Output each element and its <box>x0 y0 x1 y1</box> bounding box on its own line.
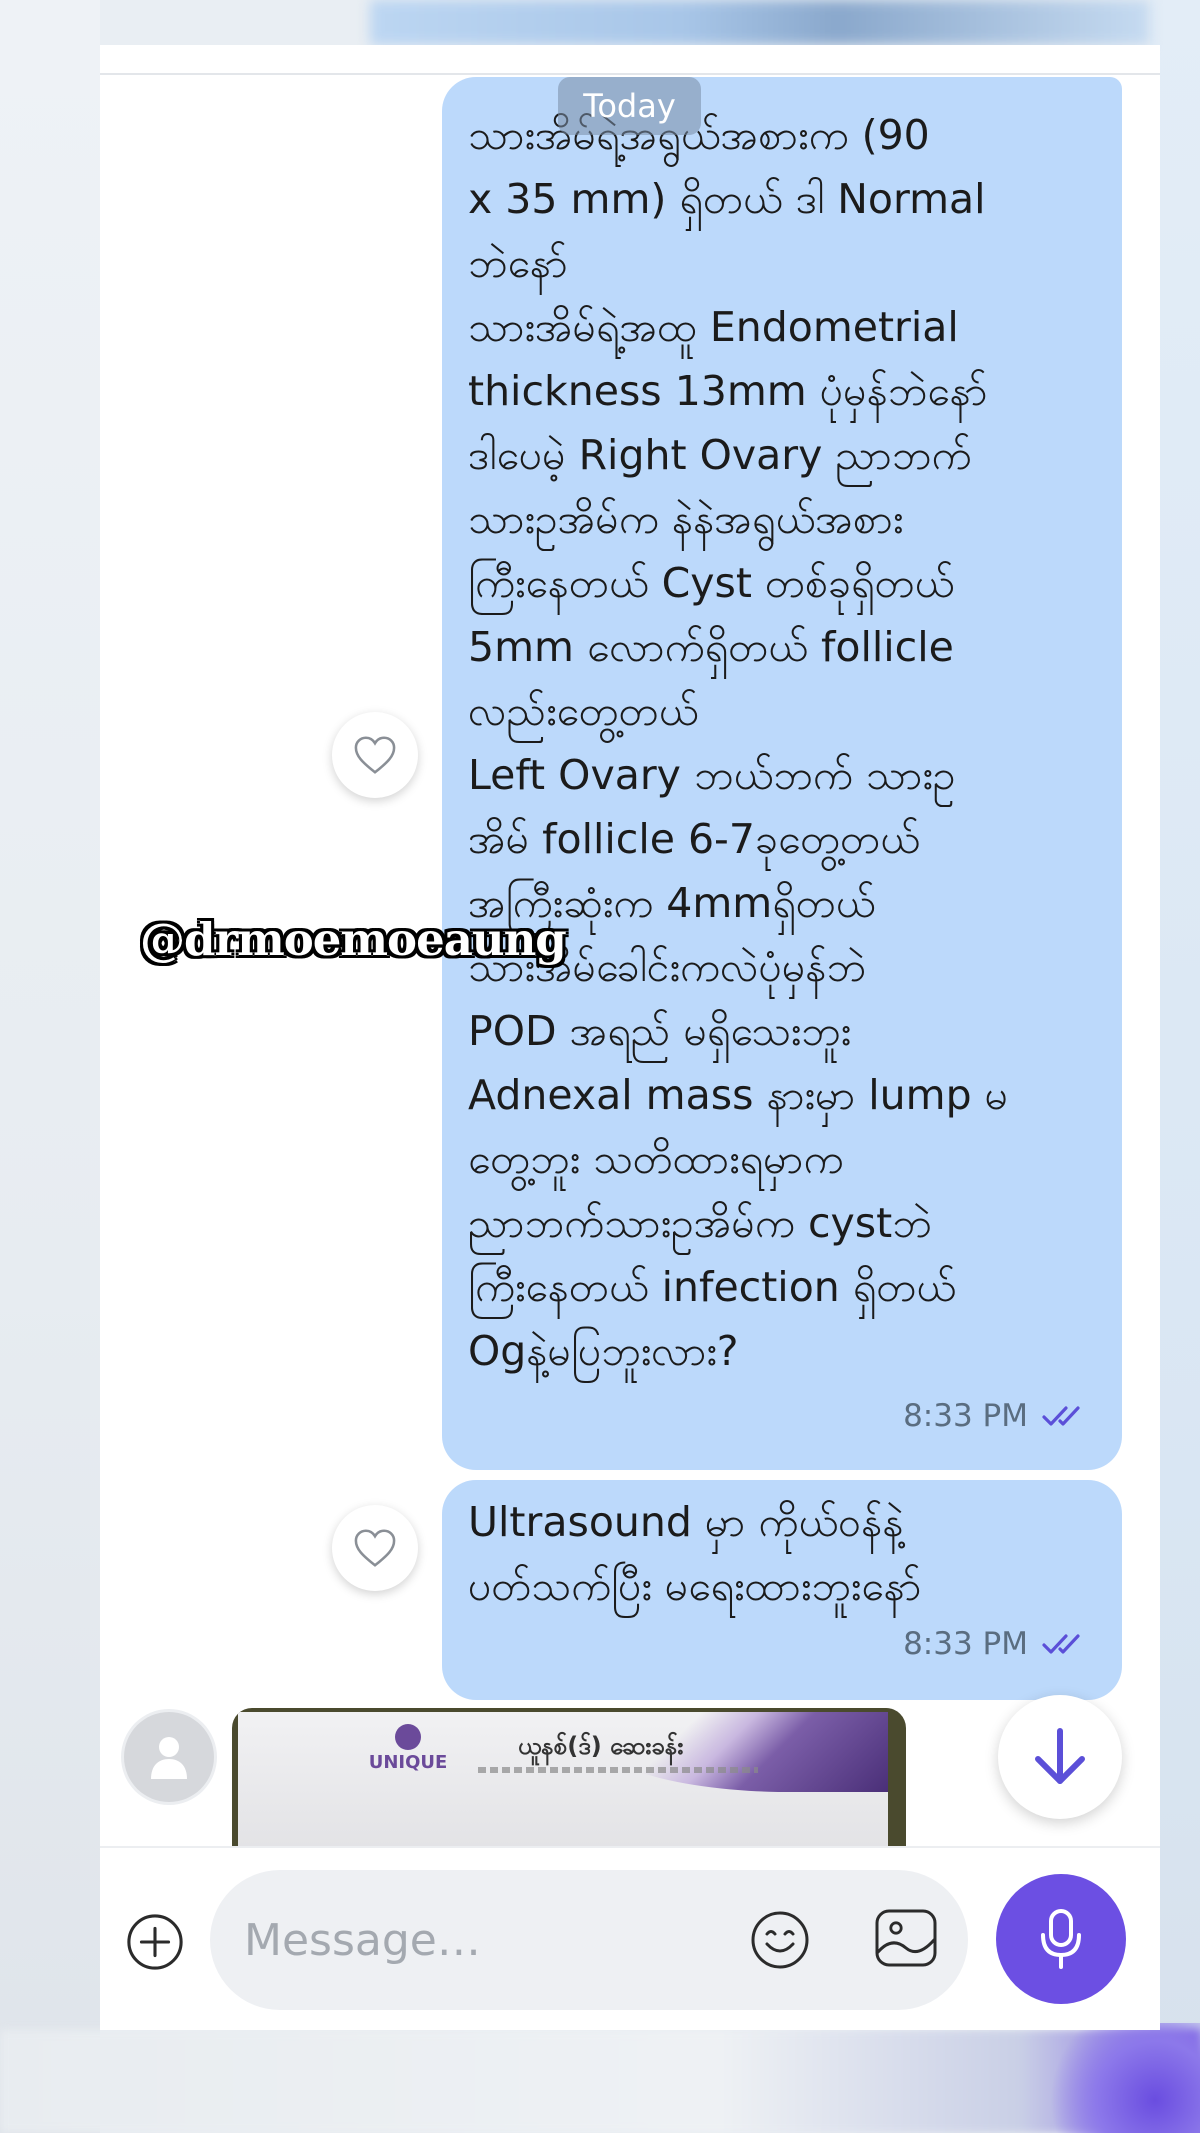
arrow-down-icon <box>1035 1728 1085 1784</box>
message-field[interactable] <box>210 1870 968 2010</box>
message-line: ပတ်သက်ပြီး မရေးထားဘူးနော် <box>468 1562 922 1610</box>
like-button[interactable] <box>332 712 418 798</box>
document-photo: UNIQUE ယူနစ်(ဒ်) ဆေးခန်း <box>238 1712 888 1846</box>
message-line: Adnexal mass နားမှာ lump မ <box>468 1071 1009 1119</box>
message-line: ညာဘက်သားဥအိမ်က cystဘဲ <box>468 1199 932 1247</box>
message-meta: 8:33 PM <box>903 1612 1088 1676</box>
avatar[interactable] <box>124 1712 214 1802</box>
message-line: ကြီးနေတယ် infection ရှိတယ် <box>468 1263 957 1311</box>
message-line: 5mm လောက်ရှိတယ် follicle <box>468 623 954 671</box>
message-time: 8:33 PM <box>903 1398 1028 1434</box>
message-line: အိမ် follicle 6-7ခုတွေ့တယ် <box>468 815 920 863</box>
message-line: ကြီးနေတယ် Cyst တစ်ခုရှိတယ် <box>468 559 955 607</box>
plus-circle-icon[interactable] <box>126 1913 184 1971</box>
background-left <box>0 0 100 2133</box>
double-check-icon <box>1042 1406 1080 1426</box>
message-line: Ogနဲ့မပြဘူးလား? <box>468 1327 739 1375</box>
message-line: တွေ့ဘူး သတိထားရမှာက <box>468 1135 844 1183</box>
message-line: လည်းတွေ့တယ် <box>468 687 699 735</box>
message-line: x 35 mm) ရှိတယ် ဒါ Normal <box>468 175 986 223</box>
message-bubble[interactable]: Ultrasound မှာ ကိုယ်ဝန်နဲ့ ပတ်သက်ပြီး မရ… <box>442 1480 1122 1700</box>
user-icon <box>151 1737 187 1779</box>
image-icon[interactable] <box>874 1908 938 1968</box>
scroll-down-button[interactable] <box>998 1695 1122 1819</box>
photo-message[interactable]: UNIQUE ယူနစ်(ဒ်) ဆေးခန်း <box>232 1708 906 1846</box>
watermark: @drmoemoeaung <box>140 913 567 966</box>
voice-message-button[interactable] <box>996 1874 1126 2004</box>
message-input[interactable] <box>244 1905 724 1975</box>
message-line: POD အရည် မရှိသေးဘူး <box>468 1007 852 1055</box>
background-bottom <box>0 2030 1200 2133</box>
document-title: ယူနစ်(ဒ်) ဆေးခန်း <box>518 1732 684 1760</box>
message-bubble[interactable]: သားအိမ်ရဲ့အရွယ်အစားက (90 x 35 mm) ရှိတယ်… <box>442 77 1122 1470</box>
message-line: Ultrasound မှာ ကိုယ်ဝန်နဲ့ <box>468 1498 904 1546</box>
message-meta: 8:33 PM <box>903 1384 1088 1448</box>
smiley-icon[interactable] <box>750 1910 810 1970</box>
background-top <box>370 0 1150 45</box>
chat-screen: Today သားအိမ်ရဲ့အရွယ်အစားက (90 x 35 mm) … <box>100 45 1160 2030</box>
divider <box>100 73 1160 75</box>
date-separator: Today <box>558 77 701 135</box>
double-check-icon <box>1042 1634 1080 1654</box>
document-subtitle-text <box>478 1767 758 1773</box>
heart-icon <box>354 1529 396 1567</box>
background-purple-glow <box>1050 2023 1200 2133</box>
message-line: ဘဲနော် <box>468 239 568 287</box>
microphone-icon <box>1041 1909 1081 1969</box>
like-button[interactable] <box>332 1505 418 1591</box>
heart-icon <box>354 736 396 774</box>
message-line: သားအိမ်ရဲ့အထူ Endometrial <box>468 303 959 351</box>
message-time: 8:33 PM <box>903 1626 1028 1662</box>
message-line: thickness 13mm ပုံမှန်ဘဲနော် <box>468 367 988 415</box>
composer-bar <box>100 1846 1160 2030</box>
message-line: သားဥအိမ်က နဲနဲအရွယ်အစား <box>468 495 904 543</box>
message-line: ဒါပေမဲ့ Right Ovary ညာဘက် <box>468 431 972 479</box>
message-line: Left Ovary ဘယ်ဘက် သားဥ <box>468 751 956 799</box>
clinic-logo: UNIQUE <box>369 1724 447 1790</box>
